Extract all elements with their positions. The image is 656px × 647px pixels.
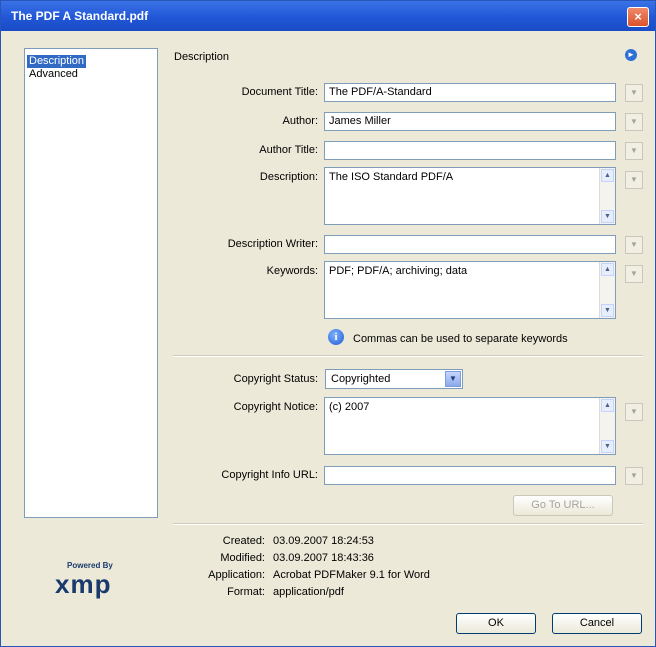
sidebar-item-advanced[interactable]: Advanced xyxy=(27,68,80,81)
author-title-menu-button[interactable]: ▼ xyxy=(625,142,643,160)
keywords-scrollbar[interactable]: ▲ ▼ xyxy=(599,262,615,318)
section-divider xyxy=(173,355,643,357)
document-title-field[interactable]: The PDF/A-Standard xyxy=(324,83,616,102)
copyright-url-label: Copyright Info URL: xyxy=(221,469,318,481)
copyright-notice-label: Copyright Notice: xyxy=(233,401,318,413)
copyright-notice-menu-button[interactable]: ▼ xyxy=(625,403,643,421)
copyright-url-field[interactable] xyxy=(324,466,616,485)
copyright-status-value: Copyrighted xyxy=(331,373,391,385)
copyright-notice-textarea[interactable]: (c) 2007 ▲ ▼ xyxy=(324,397,616,455)
description-text: The ISO Standard PDF/A xyxy=(329,171,454,183)
info-icon: i xyxy=(328,329,344,345)
scroll-down-icon[interactable]: ▼ xyxy=(601,304,614,317)
copyright-url-menu-button[interactable]: ▼ xyxy=(625,467,643,485)
scroll-down-icon[interactable]: ▼ xyxy=(601,210,614,223)
description-label: Description: xyxy=(259,171,318,183)
category-list: Description Advanced xyxy=(24,48,158,518)
application-label: Application: xyxy=(208,569,265,581)
author-title-field[interactable] xyxy=(324,141,616,160)
keywords-textarea[interactable]: PDF; PDF/A; archiving; data ▲ ▼ xyxy=(324,261,616,319)
window-title: The PDF A Standard.pdf xyxy=(11,9,149,23)
keywords-menu-button[interactable]: ▼ xyxy=(625,265,643,283)
cancel-button[interactable]: Cancel xyxy=(552,613,642,634)
scroll-up-icon[interactable]: ▲ xyxy=(601,169,614,182)
application-value: Acrobat PDFMaker 9.1 for Word xyxy=(273,569,430,581)
chevron-down-icon[interactable]: ▼ xyxy=(445,371,461,387)
format-value: application/pdf xyxy=(273,586,344,598)
document-title-menu-button[interactable]: ▼ xyxy=(625,84,643,102)
scroll-down-icon[interactable]: ▼ xyxy=(601,440,614,453)
description-scrollbar[interactable]: ▲ ▼ xyxy=(599,168,615,224)
copyright-status-select[interactable]: Copyrighted ▼ xyxy=(325,369,463,389)
info-circle-icon[interactable]: ► xyxy=(625,49,637,61)
created-label: Created: xyxy=(222,535,265,547)
created-value: 03.09.2007 18:24:53 xyxy=(273,535,374,547)
author-field[interactable]: James Miller xyxy=(324,112,616,131)
description-menu-button[interactable]: ▼ xyxy=(625,171,643,189)
xmp-wordmark: xmp xyxy=(55,569,112,599)
description-textarea[interactable]: The ISO Standard PDF/A ▲ ▼ xyxy=(324,167,616,225)
description-writer-field[interactable] xyxy=(324,235,616,254)
copyright-notice-text: (c) 2007 xyxy=(329,401,370,413)
copyright-notice-scrollbar[interactable]: ▲ ▼ xyxy=(599,398,615,454)
document-title-label: Document Title: xyxy=(241,86,318,98)
ok-button[interactable]: OK xyxy=(456,613,536,634)
section-title: Description xyxy=(174,51,230,63)
scroll-up-icon[interactable]: ▲ xyxy=(601,263,614,276)
sidebar-item-description[interactable]: Description xyxy=(27,55,87,68)
metadata-divider xyxy=(173,523,643,525)
title-bar[interactable]: The PDF A Standard.pdf × xyxy=(1,1,655,31)
keywords-hint: Commas can be used to separate keywords xyxy=(353,333,568,345)
scroll-up-icon[interactable]: ▲ xyxy=(601,399,614,412)
description-writer-menu-button[interactable]: ▼ xyxy=(625,236,643,254)
keywords-label: Keywords: xyxy=(266,265,318,277)
document-properties-dialog: The PDF A Standard.pdf × Description Adv… xyxy=(0,0,656,647)
format-label: Format: xyxy=(227,586,265,598)
author-label: Author: xyxy=(282,115,318,127)
close-button[interactable]: × xyxy=(627,7,649,27)
author-menu-button[interactable]: ▼ xyxy=(625,113,643,131)
author-title-label: Author Title: xyxy=(259,144,318,156)
modified-label: Modified: xyxy=(220,552,265,564)
xmp-logo: Powered By xmp xyxy=(55,561,135,611)
modified-value: 03.09.2007 18:43:36 xyxy=(273,552,374,564)
copyright-status-label: Copyright Status: xyxy=(233,373,318,385)
keywords-text: PDF; PDF/A; archiving; data xyxy=(329,265,468,277)
description-writer-label: Description Writer: xyxy=(227,238,318,250)
go-to-url-button[interactable]: Go To URL... xyxy=(513,495,613,516)
